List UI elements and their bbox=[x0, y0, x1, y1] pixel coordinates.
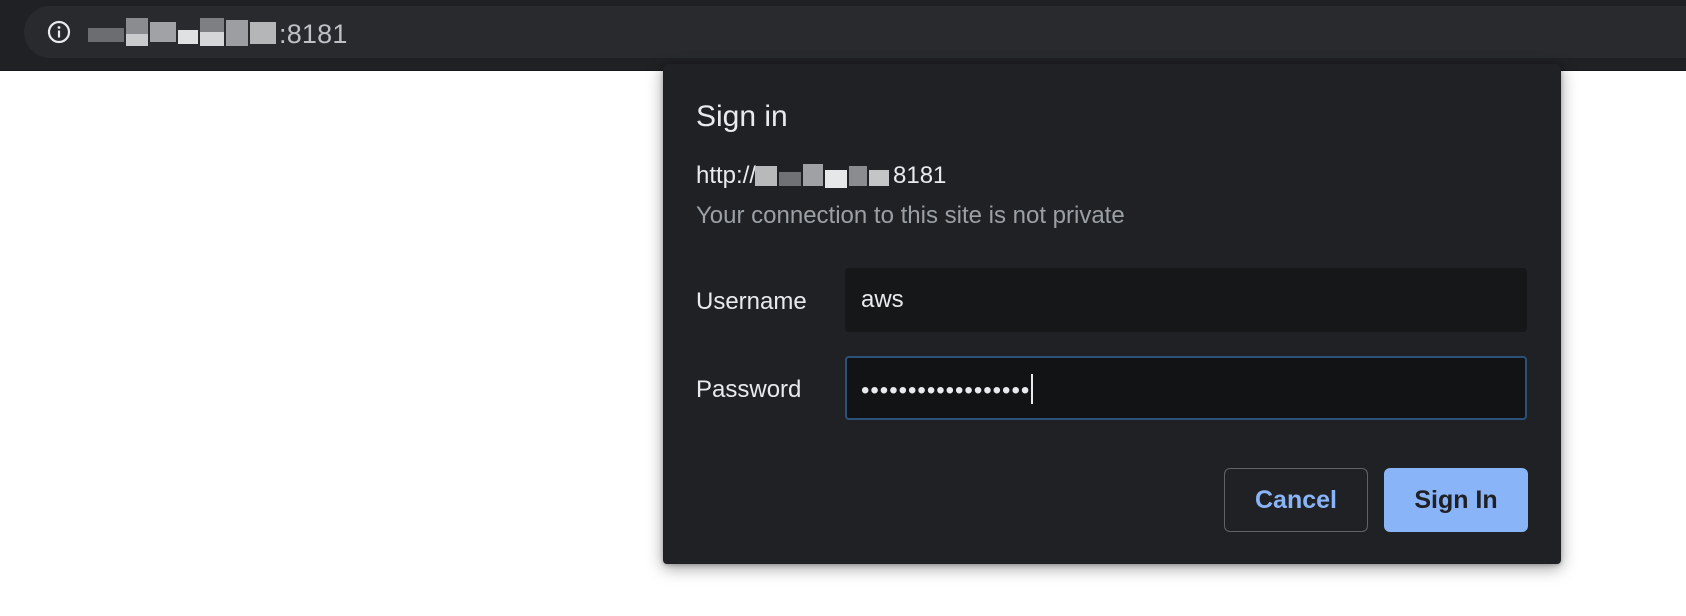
redacted-origin-host bbox=[755, 162, 891, 192]
username-label: Username bbox=[696, 288, 807, 315]
info-icon[interactable] bbox=[47, 20, 71, 44]
password-value: •••••••••••••••••• bbox=[861, 374, 1034, 405]
browser-toolbar: :8181 bbox=[0, 0, 1686, 71]
dialog-origin: http:// bbox=[696, 162, 756, 190]
sign-in-button[interactable]: Sign In bbox=[1384, 468, 1528, 532]
password-field[interactable]: •••••••••••••••••• bbox=[845, 356, 1527, 420]
dialog-title: Sign in bbox=[696, 100, 788, 133]
origin-prefix: http:// bbox=[696, 162, 757, 189]
text-caret bbox=[1031, 374, 1034, 404]
password-label: Password bbox=[696, 376, 802, 403]
address-bar[interactable]: :8181 bbox=[24, 6, 1686, 58]
sign-in-dialog: Sign in http:// 8181 Your connection to … bbox=[663, 64, 1561, 564]
origin-port: 8181 bbox=[893, 162, 947, 189]
connection-warning: Your connection to this site is not priv… bbox=[696, 202, 1125, 229]
username-field[interactable]: aws bbox=[845, 268, 1527, 332]
url-text: :8181 bbox=[279, 19, 348, 49]
username-value: aws bbox=[861, 286, 904, 313]
password-dots: •••••••••••••••••• bbox=[861, 377, 1031, 404]
redacted-host bbox=[88, 16, 278, 48]
cancel-button[interactable]: Cancel bbox=[1224, 468, 1368, 532]
